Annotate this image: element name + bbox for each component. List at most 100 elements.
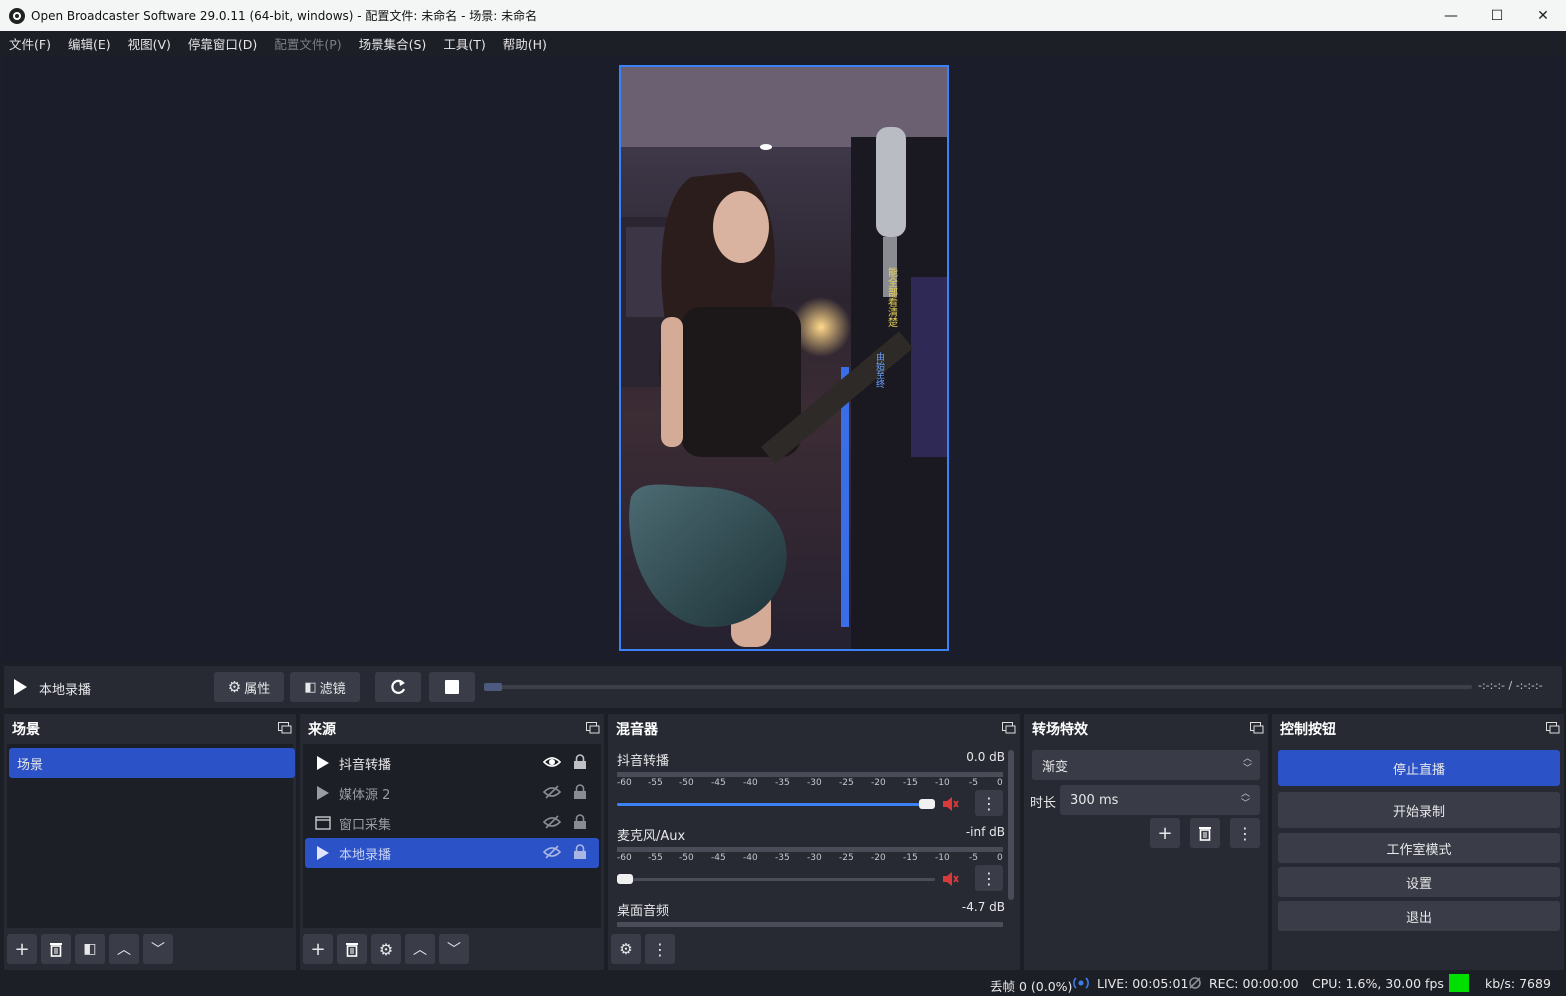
transition-menu-button[interactable]: ⋮ [1230,818,1260,848]
undock-icon[interactable] [1250,722,1264,734]
live-time: LIVE: 00:05:01 [1097,976,1189,991]
meter-tick-label: -60 [617,778,632,788]
remove-scene-button[interactable] [41,934,71,964]
meter-scale: -60 -55 -50 -45 -40 -35 -30 -25 -20 -15 … [617,853,1003,867]
media-seek-knob[interactable] [484,683,502,691]
source-row[interactable]: 窗口采集 [305,808,599,838]
move-scene-up-button[interactable]: ︿ [109,934,139,964]
media-seek-slider[interactable] [484,683,1472,691]
duration-spinbox[interactable]: 300 ms ︿ ﹀ [1060,785,1260,815]
lock-icon[interactable] [573,844,587,860]
eye-hidden-icon[interactable] [543,785,561,799]
menu-tools[interactable]: 工具(T) [443,34,485,53]
meter-tick-label: -10 [935,853,950,863]
menu-help[interactable]: 帮助(H) [503,34,547,53]
stop-media-button[interactable] [429,672,475,702]
menu-file[interactable]: 文件(F) [9,34,51,53]
move-source-down-button[interactable]: ﹀ [439,934,469,964]
restart-button[interactable] [375,672,421,702]
cpu-usage: CPU: 1.6%, 30.00 fps [1312,976,1444,991]
menu-docks[interactable]: 停靠窗口(D) [188,34,257,53]
mixer-menu-button[interactable]: ⋮ [645,934,675,964]
media-source-name: 本地录播 [39,683,92,698]
kebab-menu-icon: ⋮ [1237,823,1253,843]
undock-icon[interactable] [586,722,600,734]
undock-icon[interactable] [278,722,292,734]
source-row-selected[interactable]: 本地录播 [305,838,599,868]
minimize-icon: — [1444,7,1458,24]
volume-slider-knob[interactable] [617,874,633,884]
window-capture-icon [315,815,331,831]
controls-dock-header: 控制按钮 [1272,714,1564,744]
media-play-button[interactable] [12,678,28,696]
chevron-down-icon: ﹀ [151,942,165,958]
move-source-up-button[interactable]: ︿ [405,934,435,964]
volume-meter [617,847,1003,852]
move-scene-down-button[interactable]: ﹀ [143,934,173,964]
advanced-audio-properties-button[interactable]: ⚙ [611,934,641,964]
undock-icon[interactable] [1002,722,1016,734]
menu-view[interactable]: 视图(V) [128,34,171,53]
eye-hidden-icon[interactable] [543,815,561,829]
exit-label: 退出 [1405,910,1432,926]
source-row[interactable]: 抖音转播 [305,748,599,778]
channel-menu-button[interactable]: ⋮ [975,790,1003,816]
properties-label: 属性 [244,681,271,697]
close-button[interactable]: ✕ [1520,0,1566,31]
channel-menu-button[interactable]: ⋮ [975,865,1003,891]
rec-inactive-icon [1189,977,1201,989]
menu-edit[interactable]: 编辑(E) [68,34,111,53]
lock-icon[interactable] [573,784,587,800]
source-row[interactable]: 媒体源 2 [305,778,599,808]
transition-select[interactable]: 渐变 ︿ ﹀ [1032,750,1260,780]
media-source-icon [315,785,331,801]
remove-source-button[interactable] [337,934,367,964]
trash-icon [346,943,358,957]
meter-tick-label: -40 [743,853,758,863]
sources-list[interactable]: 抖音转播 媒体源 2 窗口采集 本地录播 [303,744,601,928]
preview-scene-image: 能全部看清楚 由始至终 [621,67,947,649]
scene-filters-button[interactable]: ◧ [75,934,105,964]
exit-button[interactable]: 退出 [1278,901,1560,931]
start-recording-button[interactable]: 开始录制 [1278,792,1560,828]
kebab-menu-icon: ⋮ [981,868,997,888]
add-source-button[interactable]: + [303,934,333,964]
sources-dock: 来源 抖音转播 媒体源 2 窗口采集 本地录播 + ⚙ ︿ ﹀ [300,714,604,970]
source-properties-button[interactable]: ⚙ [371,934,401,964]
properties-button[interactable]: ⚙ 属性 [214,672,284,702]
minimize-button[interactable]: — [1428,0,1474,31]
volume-slider-knob[interactable] [919,799,935,809]
meter-tick-label: -25 [839,778,854,788]
stop-streaming-button[interactable]: 停止直播 [1278,750,1560,786]
preview-canvas[interactable]: 能全部看清楚 由始至终 [619,65,949,651]
menu-profile: 配置文件(P) [274,37,342,52]
scenes-list[interactable]: 场景 [7,744,295,928]
meter-tick-label: -60 [617,853,632,863]
volume-slider[interactable] [617,874,935,884]
lock-icon[interactable] [573,754,587,770]
menu-bar: 文件(F) 编辑(E) 视图(V) 停靠窗口(D) 配置文件(P) 场景集合(S… [0,31,1566,56]
channel-db: -inf dB [965,825,1005,839]
menu-scene-collection[interactable]: 场景集合(S) [359,34,427,53]
maximize-button[interactable]: ☐ [1474,0,1520,31]
undock-icon[interactable] [1546,722,1560,734]
add-scene-button[interactable]: + [7,934,37,964]
studio-mode-label: 工作室模式 [1386,842,1452,858]
meter-tick-label: -35 [775,778,790,788]
filters-button[interactable]: ◧ 滤镜 [290,672,360,702]
eye-icon[interactable] [543,755,561,769]
muted-speaker-icon[interactable] [941,795,959,813]
lock-icon[interactable] [573,814,587,830]
remove-transition-button[interactable] [1190,818,1220,848]
volume-slider[interactable] [617,799,935,809]
settings-button[interactable]: 设置 [1278,867,1560,897]
scene-list-item[interactable]: 场景 [9,748,295,778]
spin-arrows-icon[interactable]: ︿ ﹀ [1241,789,1250,809]
mixer-channel: 桌面音频 -4.7 dB [615,900,1007,928]
mixer-scrollbar[interactable] [1008,750,1014,900]
studio-mode-button[interactable]: 工作室模式 [1278,833,1560,863]
transitions-dock-title: 转场特效 [1032,722,1088,738]
add-transition-button[interactable]: + [1150,818,1180,848]
muted-speaker-icon[interactable] [941,870,959,888]
eye-hidden-icon[interactable] [543,845,561,859]
